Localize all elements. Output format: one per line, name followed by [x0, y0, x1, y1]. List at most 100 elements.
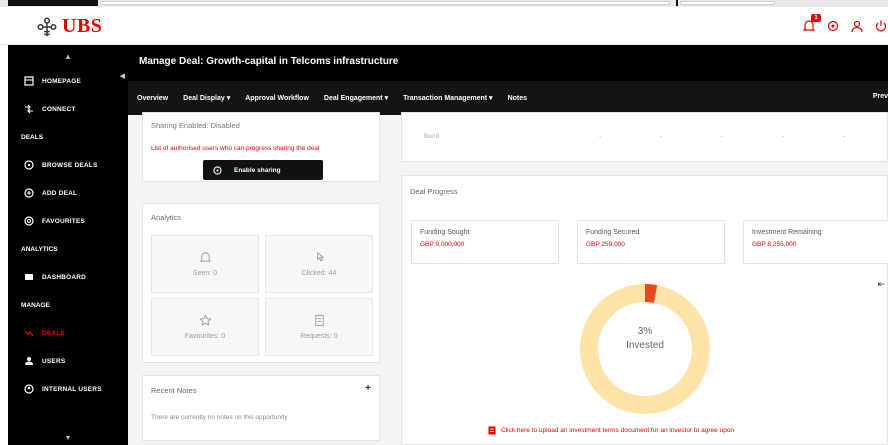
metric-funding-secured: Funding Secured GBP 259,000: [577, 220, 725, 264]
notification-icon[interactable]: 1: [802, 14, 821, 33]
brand-name: UBS: [62, 15, 103, 37]
app-header: UBS 1: [0, 7, 888, 45]
metric-investment-remaining: Investment Remaining GBP 8,255,000: [743, 220, 888, 264]
metric-funding-sought: Funding Sought GBP 9,000,000: [411, 220, 559, 264]
sidebar-item-add-deal[interactable]: ADD DEAL: [8, 179, 128, 207]
sidebar-item-deals[interactable]: DEALS: [8, 319, 128, 347]
invested-label: Invested: [626, 340, 664, 351]
metric-label: Investment Remaining: [752, 229, 822, 236]
sidebar-item-dashboard[interactable]: DASHBOARD: [8, 263, 128, 291]
analytics-title: Analytics: [151, 213, 182, 222]
metric-value: GBP 9,000,000: [420, 241, 465, 248]
stat-clicked: Clicked: 44: [265, 235, 373, 293]
bell-icon: [199, 252, 211, 262]
dashboard-icon: [24, 272, 34, 282]
notification-badge: 1: [811, 14, 821, 22]
upload-terms-link[interactable]: Click here to upload an investment terms…: [488, 426, 734, 435]
document-icon: [314, 314, 324, 327]
sidebar: ▲ ◀ HOMEPAGE CONNECT DEALS BROWSE DEALS …: [8, 45, 128, 445]
sidebar-item-connect[interactable]: CONNECT: [8, 95, 128, 123]
expand-arrow-icon[interactable]: ⇤: [877, 279, 885, 290]
tab-approval-workflow[interactable]: Approval Workflow: [245, 95, 309, 102]
deal-progress-title: Deal Progress: [410, 187, 458, 196]
add-icon: [24, 188, 34, 198]
user-icon[interactable]: [850, 19, 864, 33]
sidebar-item-browse-deals[interactable]: BROWSE DEALS: [8, 151, 128, 179]
sidebar-item-favourites[interactable]: FAVOURITES: [8, 207, 128, 235]
page-title: Manage Deal: Growth-capital in Telcoms i…: [128, 45, 888, 81]
enable-sharing-label: Enable sharing: [234, 166, 281, 174]
tab-overview[interactable]: Overview: [137, 95, 168, 102]
analytics-card: Analytics Seen: 0 Clicked: 44 Favourites…: [142, 203, 380, 363]
power-icon[interactable]: [874, 19, 888, 33]
invested-percent: 3%: [637, 326, 653, 337]
stat-requests: Requests: 0: [265, 298, 373, 356]
settings-icon[interactable]: [826, 19, 840, 33]
sidebar-item-label: INTERNAL USERS: [42, 385, 102, 393]
deal-tabs: Overview Deal Display ▾ Approval Workflo…: [128, 81, 888, 115]
sidebar-item-homepage[interactable]: HOMEPAGE: [8, 67, 128, 95]
summary-first-cell: Bond: [424, 133, 440, 140]
tab-transaction-management[interactable]: Transaction Management ▾: [403, 94, 492, 102]
sharing-warning[interactable]: List of authorised users who can progres…: [151, 145, 319, 152]
collapse-down-icon[interactable]: ▼: [8, 435, 128, 445]
sidebar-item-label: USERS: [42, 357, 66, 365]
stat-seen: Seen: 0: [151, 235, 259, 293]
sidebar-item-label: HOMEPAGE: [42, 77, 82, 85]
browser-top-strip: [0, 0, 888, 7]
donut-center-label: 3% Invested: [577, 325, 713, 353]
invested-donut: 3% Invested: [577, 281, 713, 417]
deal-progress-card: Deal Progress Funding Sought GBP 9,000,0…: [401, 175, 888, 445]
recent-notes-card: Recent Notes + There are currently no no…: [142, 375, 380, 441]
sidebar-section-manage: MANAGE: [21, 301, 50, 309]
sidebar-item-users[interactable]: USERS: [8, 347, 128, 375]
stat-label: Seen: 0: [192, 270, 218, 277]
sidebar-toggle-icon[interactable]: ◀: [120, 72, 125, 80]
prev-link[interactable]: Prev: [873, 93, 888, 100]
summary-cell: -: [599, 133, 602, 140]
deals-icon: [24, 328, 34, 338]
ubs-keys-icon: [37, 17, 57, 36]
sidebar-section-analytics: ANALYTICS: [21, 245, 58, 253]
add-note-button[interactable]: +: [365, 383, 371, 394]
metric-value: GBP 259,000: [586, 241, 625, 248]
tab-deal-display[interactable]: Deal Display ▾: [183, 94, 230, 102]
metric-value: GBP 8,255,000: [752, 241, 797, 248]
enable-sharing-button[interactable]: Enable sharing: [203, 160, 323, 180]
summary-cell: -: [660, 133, 663, 140]
star-icon: [198, 314, 212, 326]
stat-label: Requests: 0: [300, 333, 338, 340]
metric-label: Funding Sought: [420, 229, 470, 236]
stat-label: Clicked: 44: [301, 270, 337, 277]
metric-label: Funding Secured: [586, 229, 640, 236]
deal-summary-row: Bond - - - - -: [401, 112, 888, 162]
sidebar-item-label: DASHBOARD: [42, 273, 87, 281]
sidebar-item-label: DEALS: [42, 329, 66, 337]
upload-terms-label: Click here to upload an investment terms…: [501, 427, 735, 434]
tab-deal-engagement[interactable]: Deal Engagement ▾: [324, 94, 388, 102]
sharing-card: Sharing Enabled: Disabled List of author…: [142, 112, 380, 182]
stat-favourites: Favourites: 0: [151, 298, 259, 356]
main-content: Sharing Enabled: Disabled List of author…: [128, 112, 888, 445]
users-icon: [24, 356, 34, 366]
summary-cell: -: [843, 133, 846, 140]
pdf-icon: [488, 426, 496, 435]
ubs-logo[interactable]: UBS: [36, 15, 102, 38]
sidebar-item-label: BROWSE DEALS: [42, 161, 98, 169]
notes-empty-message: There are currently no notes on this opp…: [151, 414, 288, 421]
sidebar-item-label: CONNECT: [42, 105, 76, 113]
notes-title: Recent Notes: [151, 386, 197, 395]
collapse-up-icon[interactable]: ▲: [8, 45, 128, 67]
tab-notes[interactable]: Notes: [508, 95, 527, 102]
internal-users-icon: [24, 384, 34, 394]
share-icon: [213, 165, 222, 175]
connect-icon: [24, 104, 34, 114]
home-icon: [24, 76, 34, 86]
sharing-status: Sharing Enabled: Disabled: [151, 121, 240, 130]
stat-label: Favourites: 0: [184, 333, 226, 340]
sidebar-item-label: ADD DEAL: [42, 189, 78, 197]
sidebar-item-internal-users[interactable]: INTERNAL USERS: [8, 375, 128, 403]
sidebar-section-deals: DEALS: [21, 133, 44, 141]
click-icon: [316, 251, 325, 262]
sidebar-item-label: FAVOURITES: [42, 217, 86, 225]
